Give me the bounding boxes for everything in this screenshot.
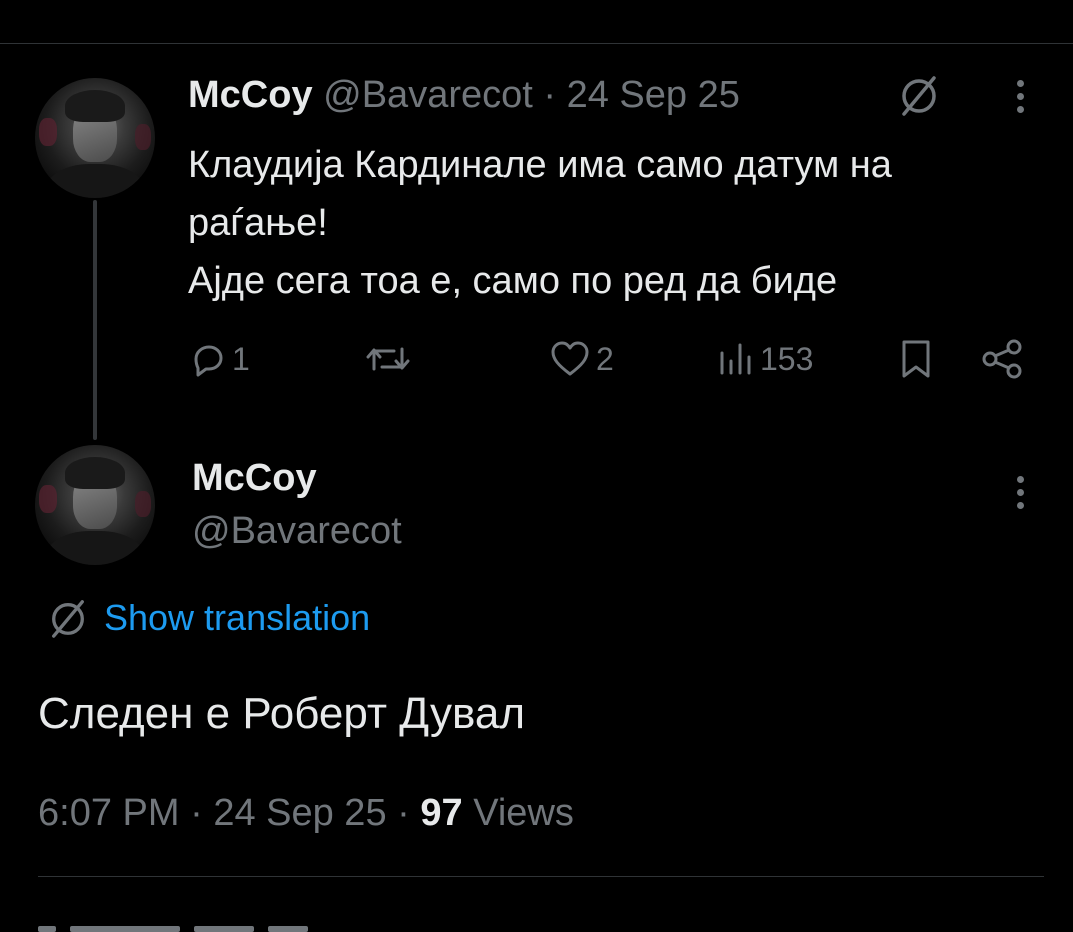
tweet-text-line: Ајде сега тоа е, само по ред да биде (188, 260, 838, 302)
reply-button[interactable]: 1 (188, 334, 250, 384)
repost-icon (366, 347, 410, 371)
thread-connector-line (93, 200, 97, 440)
tweet-date[interactable]: 24 Sep 25 (567, 74, 740, 116)
more-vertical-icon[interactable] (1015, 476, 1025, 516)
avatar[interactable] (35, 78, 155, 198)
show-translation-link[interactable]: Show translation (48, 596, 370, 640)
views-count: 153 (760, 340, 814, 377)
repost-button[interactable] (364, 334, 412, 384)
share-icon (982, 339, 1022, 379)
like-count: 2 (596, 340, 614, 377)
heart-icon (551, 341, 589, 376)
bookmark-button[interactable] (898, 334, 934, 384)
views-label: Views (473, 792, 574, 834)
more-vertical-icon[interactable] (1015, 80, 1025, 120)
avatar-glow-right (135, 491, 151, 517)
reply-icon (194, 345, 223, 377)
top-divider (0, 43, 1073, 44)
avatar[interactable] (35, 445, 155, 565)
show-translation-label: Show translation (104, 597, 371, 638)
tweet-action-bar: 1 2 153 (188, 334, 1028, 384)
bookmark-icon (902, 340, 930, 378)
avatar-hair (65, 457, 125, 489)
parent-tweet-text: Клаудија Кардинале има само датум на раѓ… (188, 136, 1048, 310)
parent-tweet-header: McCoy @Bavarecot · 24 Sep 25 (188, 72, 740, 118)
meta-separator: · (190, 792, 203, 834)
header-separator: · (543, 74, 557, 116)
main-tweet-text: Следен е Роберт Дувал (38, 689, 526, 738)
avatar-glow-right (135, 124, 151, 150)
display-name[interactable]: McCoy (188, 74, 313, 116)
tweet-time[interactable]: 6:07 PM (38, 792, 180, 834)
like-button[interactable]: 2 (548, 334, 614, 384)
avatar-glow-left (39, 485, 57, 513)
views-bar-chart-icon (720, 343, 751, 375)
reply-count: 1 (232, 340, 250, 377)
tweet-text-line: раѓање! (188, 202, 328, 244)
display-name[interactable]: McCoy (192, 455, 317, 501)
avatar-hair (65, 90, 125, 122)
user-handle[interactable]: @Bavarecot (323, 74, 533, 116)
meta-separator: · (397, 792, 410, 834)
views-count[interactable]: 97 (420, 792, 462, 834)
tweet-text-line: Клаудија Кардинале има само датум на (188, 144, 892, 186)
avatar-glow-left (39, 118, 57, 146)
user-handle[interactable]: @Bavarecot (192, 508, 402, 554)
translate-icon (52, 600, 84, 638)
tweet-date[interactable]: 24 Sep 25 (213, 792, 386, 834)
avatar-body (45, 531, 145, 565)
translate-icon[interactable] (898, 72, 940, 118)
bottom-divider (38, 876, 1044, 877)
views-button[interactable]: 153 (716, 334, 813, 384)
avatar-body (45, 164, 145, 198)
share-button[interactable] (980, 334, 1024, 384)
tweet-meta: 6:07 PM · 24 Sep 25 · 97 Views (38, 790, 574, 836)
